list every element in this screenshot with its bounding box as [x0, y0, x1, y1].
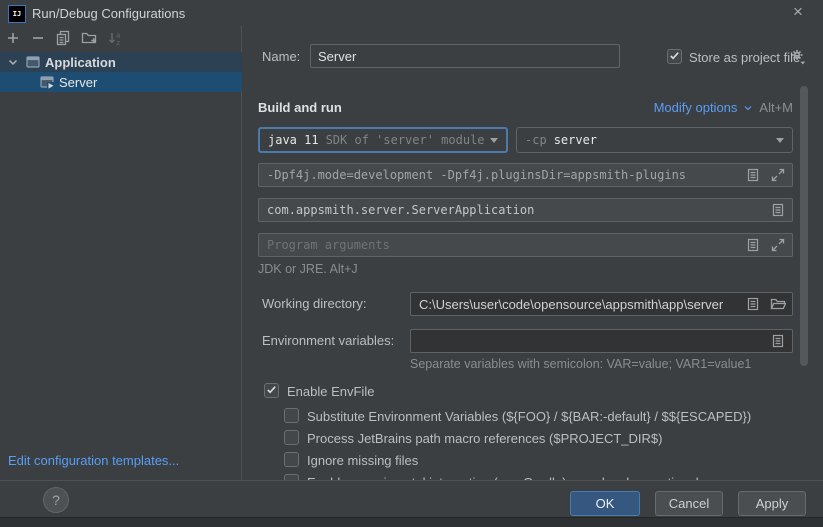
run-configuration-icon	[39, 74, 55, 90]
vm-options-input[interactable]	[258, 163, 793, 187]
working-directory-input[interactable]	[410, 292, 793, 316]
expand-list-icon[interactable]	[745, 237, 761, 253]
tree-item-server[interactable]: Server	[0, 72, 242, 92]
environment-variables-label: Environment variables:	[262, 333, 394, 349]
help-button[interactable]: ?	[43, 487, 69, 513]
substitute-env-vars-checkbox[interactable]	[284, 408, 299, 423]
tree-group-label: Application	[45, 55, 116, 70]
sort-alphabetically-icon: az	[107, 30, 123, 49]
close-icon[interactable]: ×	[789, 4, 807, 22]
name-input[interactable]	[310, 44, 620, 68]
jre-value: java 11	[268, 133, 319, 147]
new-folder-icon	[81, 30, 97, 49]
process-path-macro-label: Process JetBrains path macro references …	[307, 431, 662, 447]
chevron-down-icon	[490, 138, 498, 143]
scrollbar-thumb[interactable]	[800, 86, 808, 366]
browse-folder-icon[interactable]	[770, 296, 786, 312]
modify-options-link[interactable]: Modify options	[654, 100, 738, 115]
remove-configuration-button[interactable]	[29, 30, 47, 48]
modify-options-row: Modify options Alt+M	[500, 100, 793, 115]
cancel-button[interactable]: Cancel	[655, 491, 723, 516]
expand-list-icon[interactable]	[745, 296, 761, 312]
ignore-missing-files-checkbox[interactable]	[284, 452, 299, 467]
checkmark-icon	[668, 49, 681, 65]
ignore-missing-files-label: Ignore missing files	[307, 453, 418, 469]
chevron-down-icon	[776, 138, 784, 143]
chevron-down-icon[interactable]	[742, 102, 754, 114]
classpath-module-combobox[interactable]: -cp server	[516, 127, 793, 153]
store-settings-gear-icon[interactable]	[789, 48, 806, 68]
jre-hint: SDK of 'server' module	[326, 133, 485, 147]
program-arguments-input[interactable]	[258, 233, 793, 257]
enable-envfile-checkbox[interactable]	[264, 383, 279, 398]
tree-item-label: Server	[59, 75, 97, 90]
name-label: Name:	[262, 49, 300, 65]
intellij-logo-icon: IJ	[8, 5, 26, 23]
jdk-hint-text: JDK or JRE. Alt+J	[258, 262, 358, 276]
environment-variables-input[interactable]	[410, 329, 793, 353]
sidebar-divider	[241, 26, 242, 481]
copy-configuration-button[interactable]	[54, 30, 72, 48]
sort-configurations-button: az	[106, 30, 124, 48]
chevron-down-icon[interactable]	[5, 54, 21, 70]
expand-list-icon[interactable]	[745, 167, 761, 183]
application-type-icon	[25, 54, 41, 70]
background-window-strip	[0, 517, 823, 527]
checkmark-icon	[265, 383, 278, 399]
svg-text:z: z	[116, 39, 120, 46]
dialog-title: Run/Debug Configurations	[32, 6, 185, 21]
substitute-env-vars-label: Substitute Environment Variables (${FOO}…	[307, 409, 751, 425]
run-debug-configurations-dialog: IJ Run/Debug Configurations × az Applica…	[0, 0, 823, 527]
store-as-project-file-checkbox[interactable]	[667, 49, 682, 64]
add-configuration-button[interactable]	[4, 30, 22, 48]
add-icon	[5, 30, 21, 49]
jre-combobox[interactable]: java 11 SDK of 'server' module	[258, 127, 508, 153]
copy-icon	[55, 30, 71, 49]
process-path-macro-checkbox[interactable]	[284, 430, 299, 445]
expand-field-icon[interactable]	[770, 167, 786, 183]
remove-icon	[30, 30, 46, 49]
environment-variables-hint: Separate variables with semicolon: VAR=v…	[410, 357, 751, 371]
new-folder-button[interactable]	[80, 30, 98, 48]
expand-field-icon[interactable]	[770, 237, 786, 253]
expand-list-icon[interactable]	[770, 202, 786, 218]
working-directory-label: Working directory:	[262, 296, 367, 312]
expand-list-icon[interactable]	[770, 333, 786, 349]
enable-envfile-label: Enable EnvFile	[287, 384, 374, 400]
ok-button[interactable]: OK	[570, 491, 640, 516]
edit-configuration-templates-link[interactable]: Edit configuration templates...	[8, 453, 179, 468]
tree-group-application[interactable]: Application	[0, 52, 242, 72]
main-class-input[interactable]	[258, 198, 793, 222]
modify-options-shortcut: Alt+M	[759, 100, 793, 115]
footer: ? OK Cancel Apply	[0, 481, 823, 517]
cp-value: server	[554, 133, 597, 147]
build-and-run-section-title: Build and run	[258, 100, 342, 115]
apply-button[interactable]: Apply	[738, 491, 806, 516]
cp-prefix: -cp	[525, 133, 547, 147]
store-as-project-file-label: Store as project file	[689, 50, 800, 66]
